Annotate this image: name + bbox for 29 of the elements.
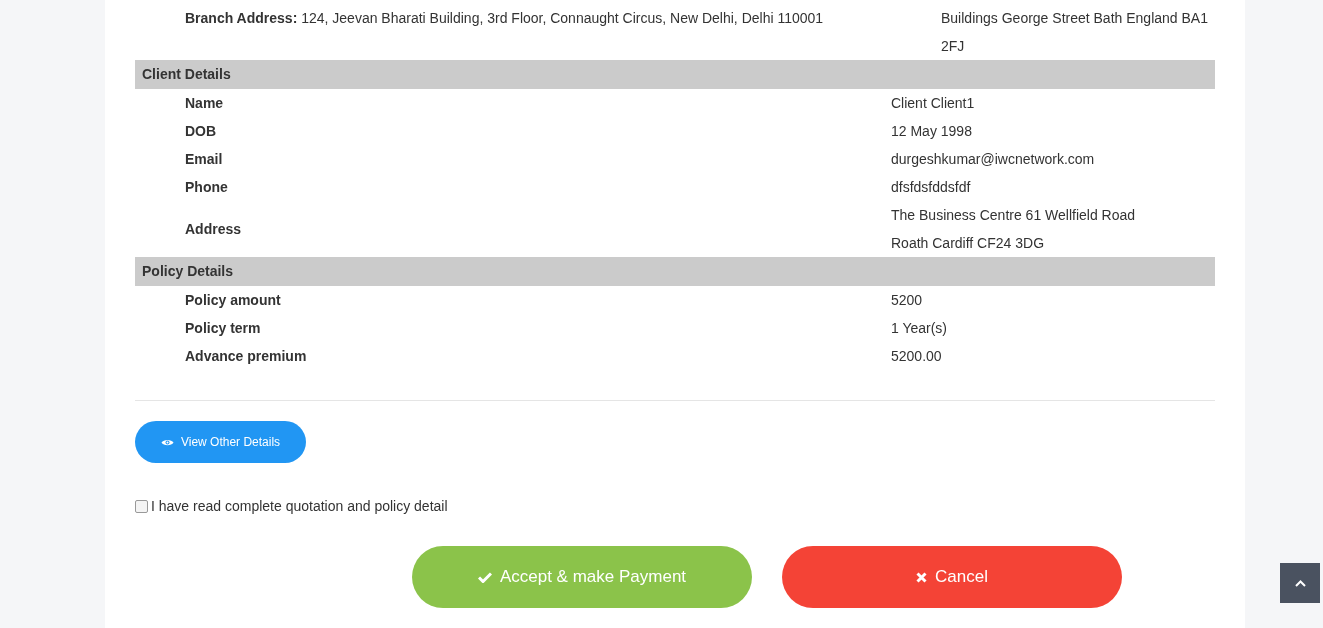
field-value: dfsfdsfddsfdf	[891, 178, 972, 197]
field-label: Address	[185, 220, 243, 239]
checkbox-label: I have read complete quotation and policy detail	[151, 497, 448, 515]
field-value: 1 Year(s)	[891, 319, 949, 338]
accept-payment-button[interactable]: Accept & make Payment	[412, 546, 752, 608]
field-label: Phone	[185, 178, 229, 197]
field-value: The Business Centre 61 Wellfield Road Roath Cardiff CF24 3DG	[891, 206, 1137, 253]
view-details-button[interactable]: View Other Details	[135, 421, 306, 463]
field-label: Email	[185, 150, 224, 169]
field-value: durgeshkumar@iwcnetwork.com	[891, 150, 1096, 169]
field-value: Client Client1	[891, 94, 976, 113]
eye-icon	[160, 437, 174, 447]
field-value: 12 May 1998	[891, 122, 973, 141]
field-label: Name	[185, 94, 225, 113]
field-label: Policy amount	[185, 291, 282, 310]
cancel-button[interactable]: Cancel	[782, 546, 1122, 608]
branch-address-line: Buildings George Street Bath England BA1 2FJ	[941, 9, 1209, 56]
close-icon	[916, 571, 928, 583]
field-label: DOB	[185, 122, 218, 141]
section-header: Policy Details	[135, 257, 1215, 286]
field-label: Advance premium	[185, 347, 308, 366]
field-value: 5200	[891, 291, 924, 310]
field-value: 5200.00	[891, 347, 943, 366]
branch-address: Branch Address: 124, Jeevan Bharati Building, 3rd Floor, Connaught Circus, New Delhi, Delhi 110001	[185, 9, 825, 28]
check-icon	[477, 571, 492, 583]
field-label: Policy term	[185, 319, 262, 338]
checkbox[interactable]	[135, 499, 148, 513]
chevron-up-icon	[1294, 579, 1306, 587]
section-header: Client Details	[135, 60, 1215, 89]
